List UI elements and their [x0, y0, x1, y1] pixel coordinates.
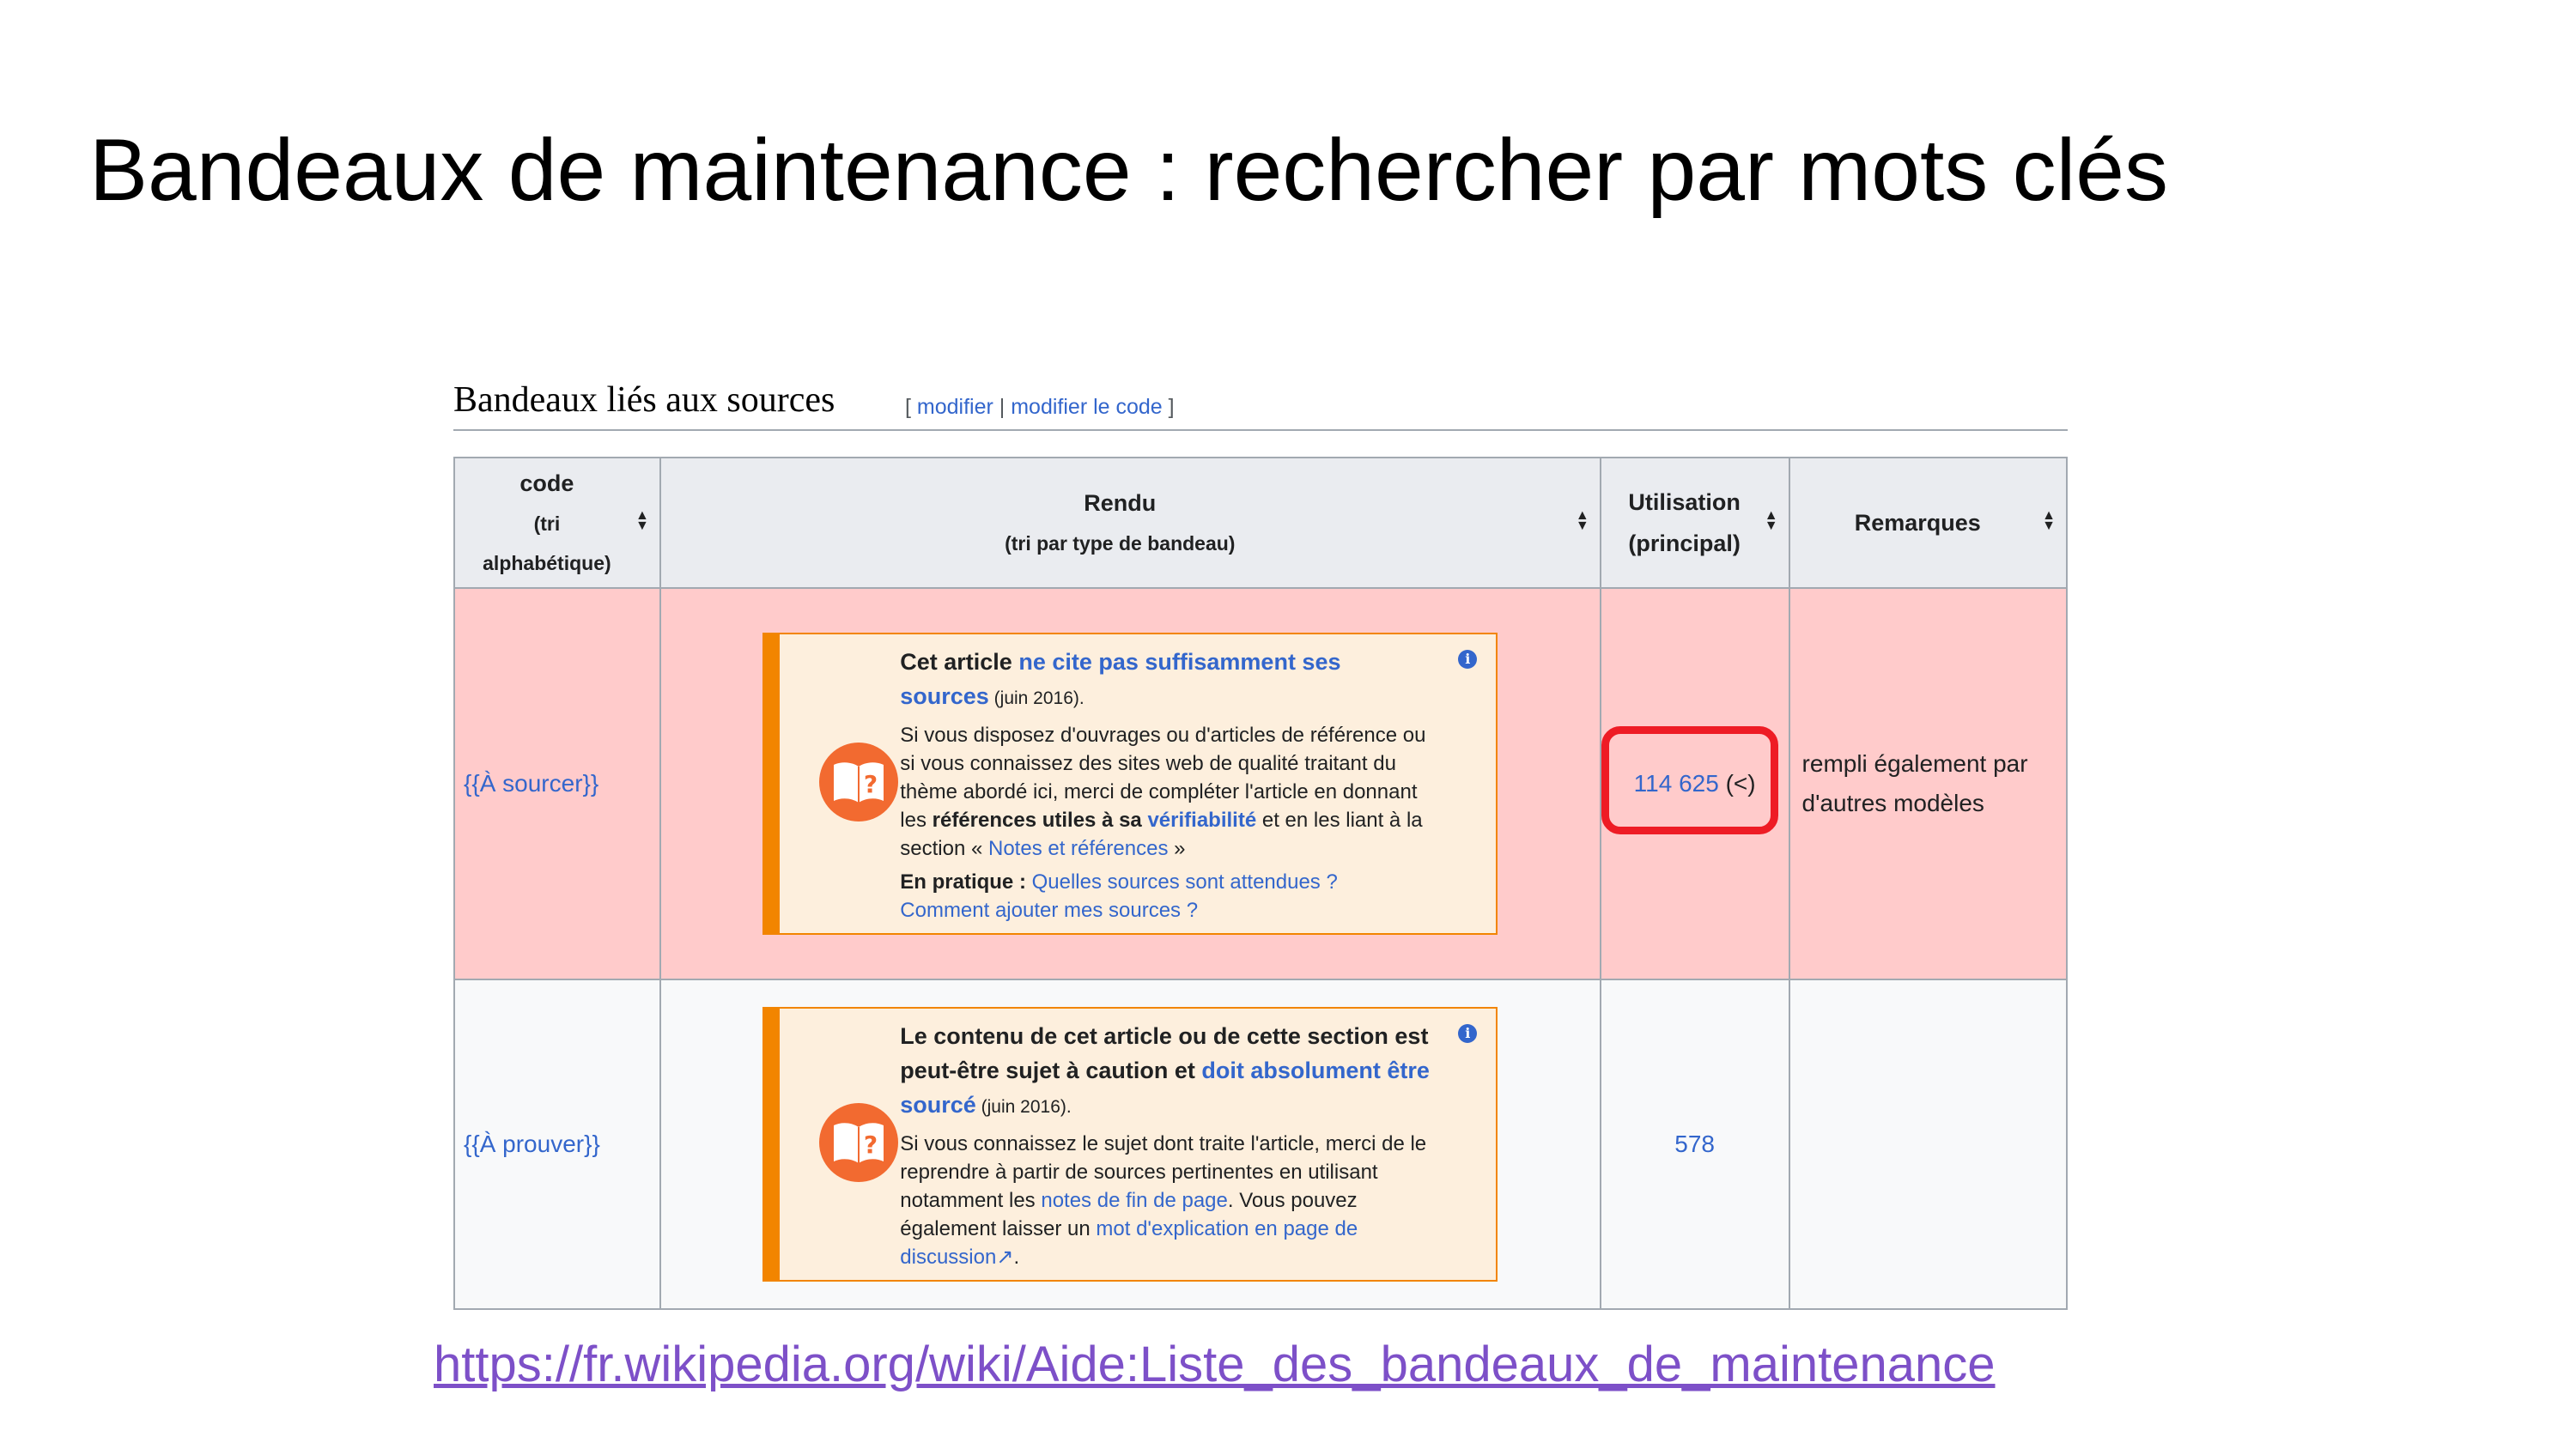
svg-text:?: ? [864, 1131, 878, 1159]
usage-count-link[interactable]: 578 [1674, 1131, 1715, 1157]
highlight-callout-box [1601, 726, 1778, 834]
header-rendu[interactable]: Rendu (tri par type de bandeau) ▲ ▼ [659, 457, 1601, 589]
verifiabilite-link[interactable]: vérifiabilité [1147, 809, 1256, 832]
section-heading: Bandeaux liés aux sources [453, 380, 835, 420]
rendu-cell: ? i Le contenu de cet article ou de cett… [659, 979, 1601, 1310]
notes-fin-page-link[interactable]: notes de fin de page [1041, 1189, 1228, 1212]
rendu-cell: ? i Cet article ne cite pas suffisamment… [659, 587, 1601, 980]
maintenance-banner: ? i Cet article ne cite pas suffisamment… [762, 633, 1498, 935]
slide-title: Bandeaux de maintenance : rechercher par… [89, 121, 2169, 219]
header-remarques[interactable]: Remarques ▲ ▼ [1788, 457, 2069, 589]
ajouter-sources-link[interactable]: Comment ajouter mes sources ? [900, 899, 1198, 922]
sort-arrows-icon[interactable]: ▲ ▼ [2042, 509, 2056, 533]
template-code-link[interactable]: {{À prouver}} [453, 979, 661, 1310]
table-row: {{À sourcer}} ? i Cet article ne cite pa… [453, 587, 2069, 980]
edit-section-links: [ modifier | modifier le code ] [905, 395, 1175, 419]
book-question-icon: ? [819, 743, 899, 822]
sources-attendues-link[interactable]: Quelles sources sont attendues ? [1032, 870, 1338, 894]
table-row: {{À prouver}} ? i Le contenu de cet arti… [453, 979, 2069, 1310]
source-url-link[interactable]: https://fr.wikipedia.org/wiki/Aide:Liste… [434, 1336, 1996, 1393]
notes-references-link[interactable]: Notes et références [988, 837, 1168, 860]
header-code[interactable]: code (tri alphabétique) ▲ ▼ [453, 457, 661, 589]
remarks-cell [1788, 979, 2069, 1310]
remarks-cell: rempli également par d'autres modèles [1788, 587, 2069, 980]
info-icon[interactable]: i [1458, 650, 1478, 669]
section-header: Bandeaux liés aux sources [ modifier | m… [453, 378, 2068, 431]
header-utilisation[interactable]: Utilisation (principal) ▲ ▼ [1599, 457, 1790, 589]
sort-arrows-icon[interactable]: ▲ ▼ [1765, 509, 1778, 533]
edit-code-link[interactable]: modifier le code [1011, 395, 1162, 419]
template-code-link[interactable]: {{À sourcer}} [453, 587, 661, 980]
usage-cell: 578 [1599, 979, 1790, 1310]
maintenance-banner: ? i Le contenu de cet article ou de cett… [762, 1007, 1498, 1282]
external-link-icon: ↗ [996, 1246, 1014, 1269]
sort-arrows-icon[interactable]: ▲ ▼ [635, 509, 649, 533]
book-question-icon: ? [819, 1103, 899, 1182]
svg-text:?: ? [864, 770, 878, 798]
edit-link[interactable]: modifier [917, 395, 993, 419]
info-icon[interactable]: i [1458, 1024, 1478, 1043]
maintenance-banners-table: code (tri alphabétique) ▲ ▼ Rendu (tri pa… [453, 457, 2069, 1310]
sort-arrows-icon[interactable]: ▲ ▼ [1576, 509, 1589, 533]
